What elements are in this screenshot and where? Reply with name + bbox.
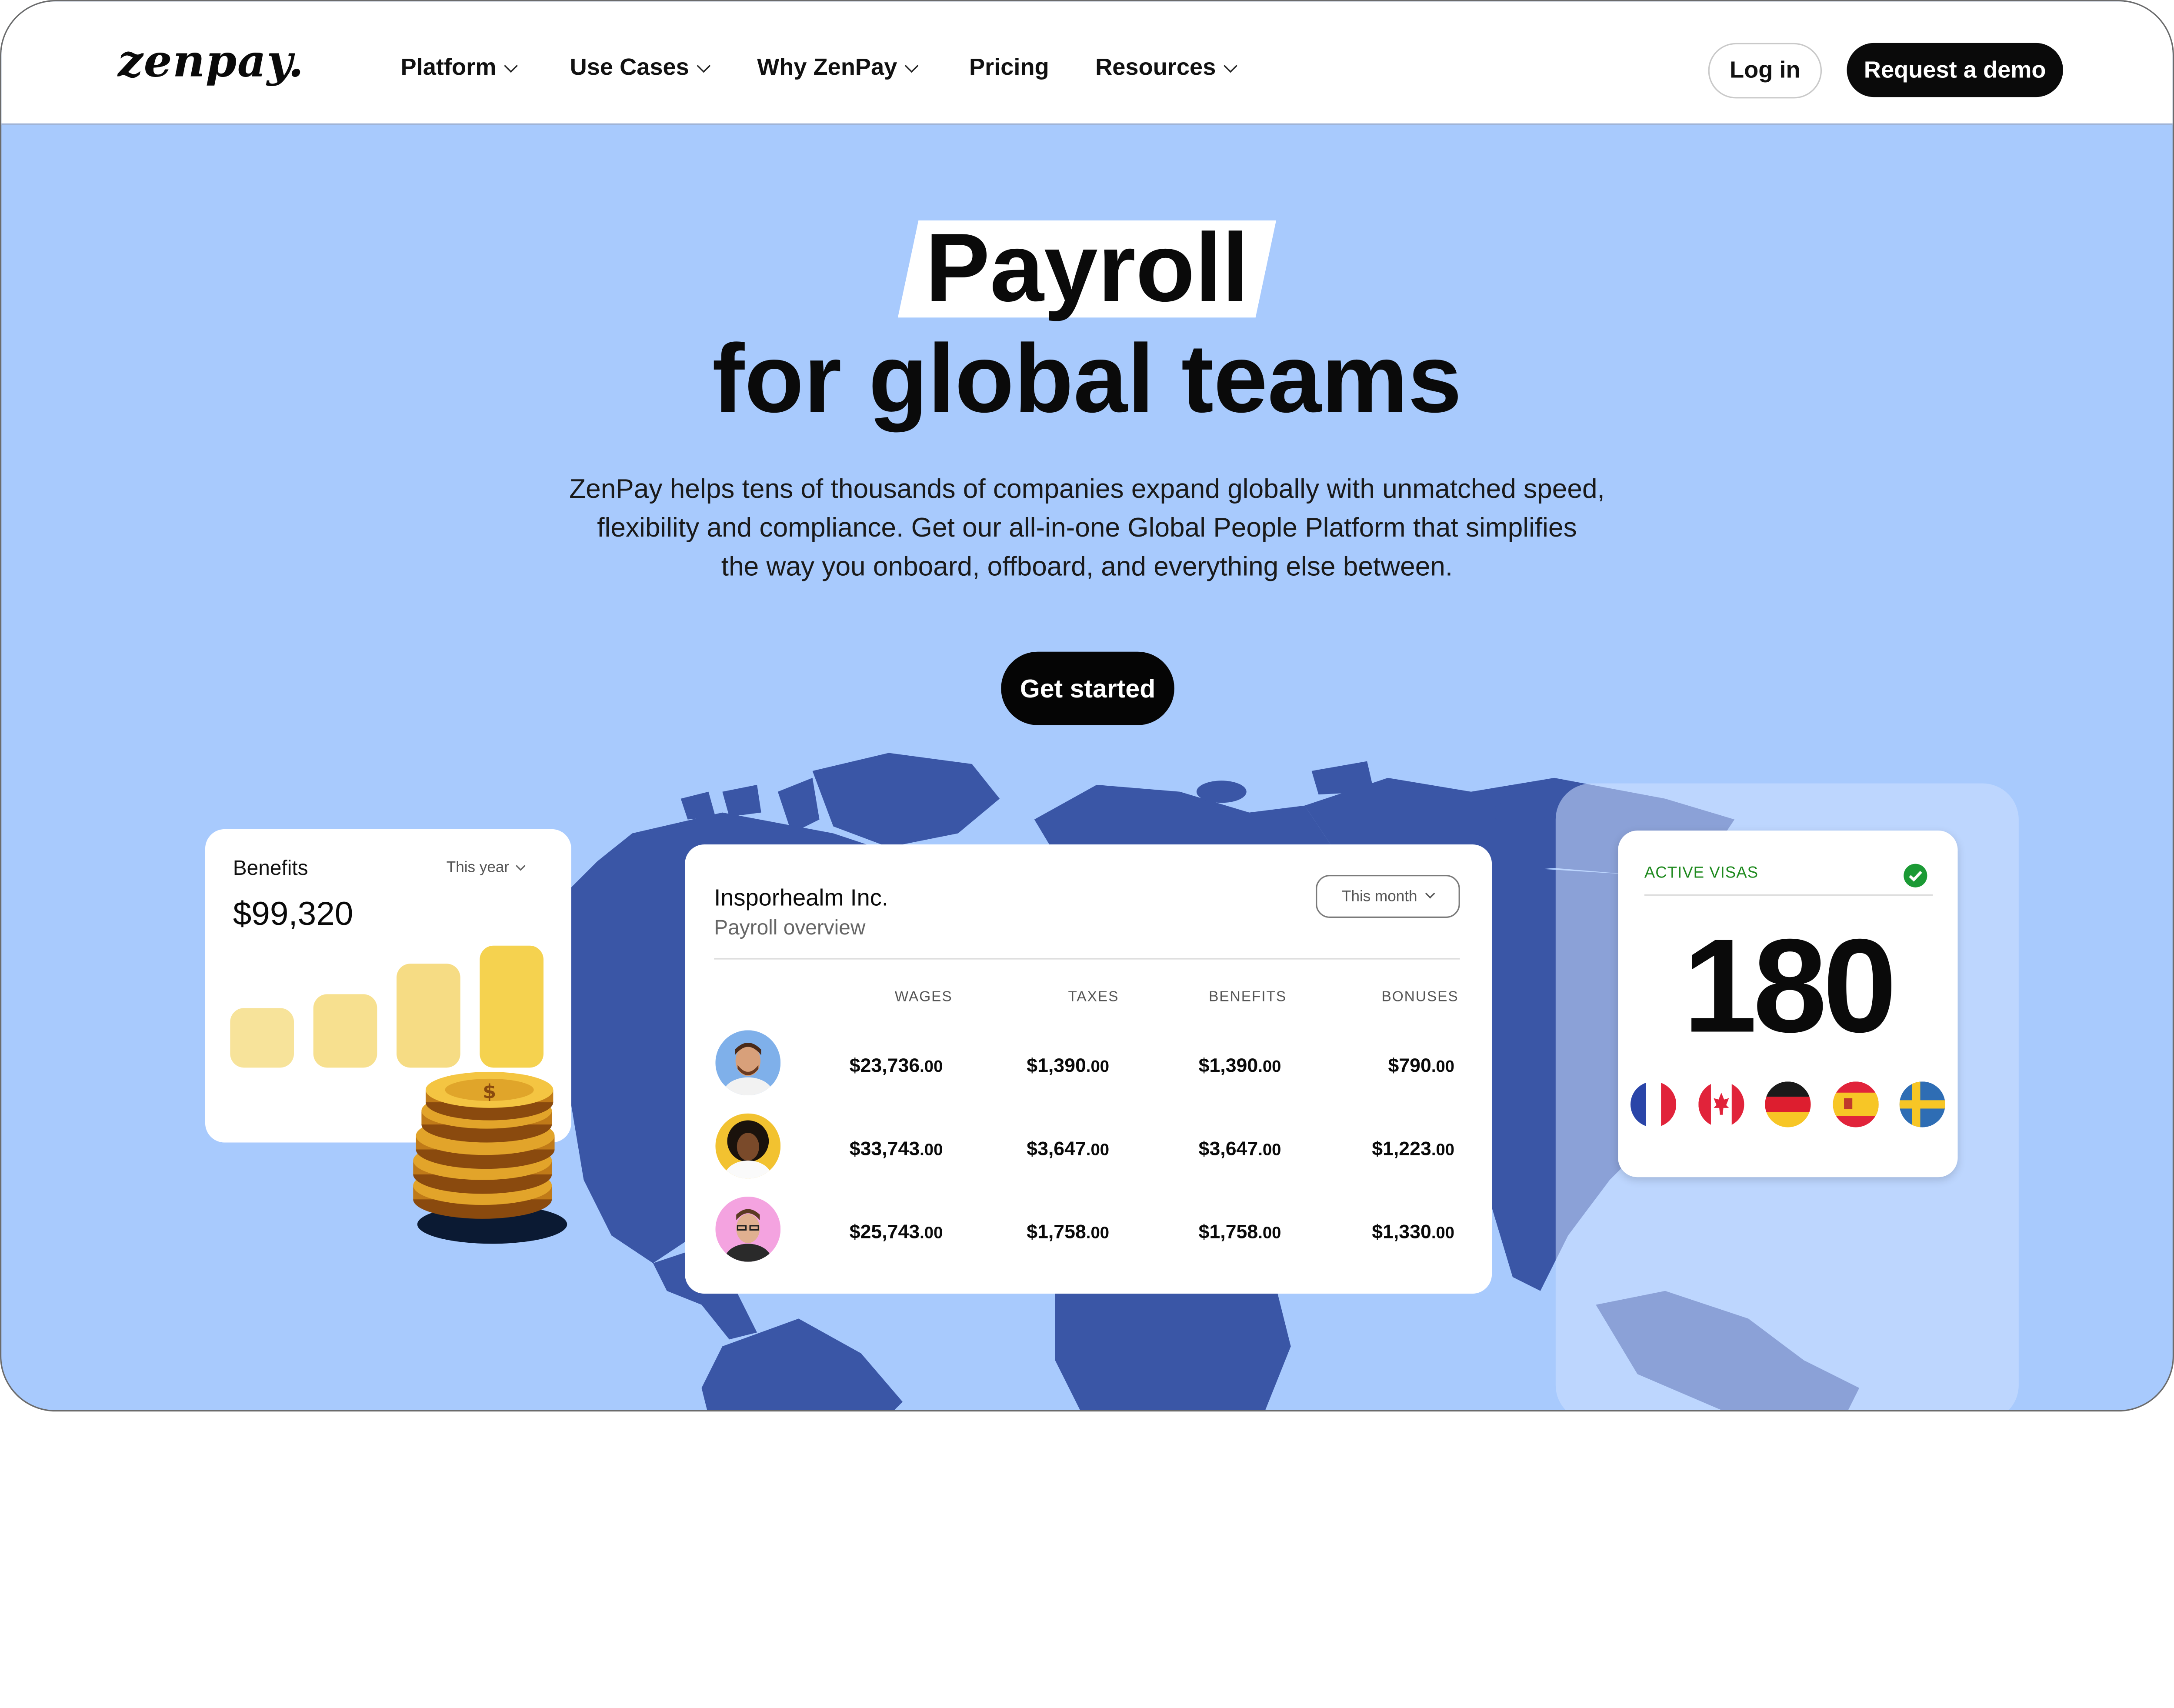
row-1-benefits: $1,390.00 <box>1198 1054 1281 1076</box>
nav-label: Why ZenPay <box>757 54 897 80</box>
row-2-benefits: $3,647.00 <box>1198 1137 1281 1159</box>
chevron-down-icon <box>697 58 711 72</box>
top-nav: zenpay. Platform Use Cases Why ZenPay Pr… <box>1 1 2173 125</box>
row-2-taxes: $3,647.00 <box>1027 1137 1110 1159</box>
svg-text:$: $ <box>483 1081 496 1103</box>
headline: for global teams <box>712 324 1462 433</box>
benefits-range-select[interactable]: This year <box>446 860 526 877</box>
divider <box>714 958 1460 960</box>
visas-title: ACTIVE VISAS <box>1644 865 1759 882</box>
get-started-button[interactable]: Get started <box>1001 651 1174 725</box>
sweden-flag-icon <box>1899 1081 1945 1128</box>
column-header-wages: WAGES <box>894 988 953 1005</box>
range-label: This month <box>1342 888 1417 905</box>
nav-label: Pricing <box>969 54 1049 80</box>
column-header-bonuses: BONUSES <box>1381 988 1459 1005</box>
row-3-bonuses: $1,330.00 <box>1372 1220 1455 1243</box>
benefits-bar <box>313 994 377 1068</box>
range-label: This year <box>446 860 510 877</box>
germany-flag-icon <box>1765 1081 1811 1128</box>
row-2-bonuses: $1,223.00 <box>1372 1137 1455 1159</box>
active-visas-card: ACTIVE VISAS 180 <box>1618 831 1958 1178</box>
chevron-down-icon <box>516 860 526 871</box>
login-button[interactable]: Log in <box>1708 43 1822 99</box>
benefits-bar <box>396 964 460 1068</box>
spain-flag-icon <box>1833 1081 1879 1128</box>
divider <box>1644 894 1933 896</box>
column-header-benefits: BENEFITS <box>1209 988 1287 1005</box>
coin-stack-icon: $ <box>413 1071 567 1244</box>
check-circle-icon <box>1904 864 1927 887</box>
nav-use-cases[interactable]: Use Cases <box>570 54 711 82</box>
chevron-down-icon <box>905 58 919 72</box>
hero-description-line: ZenPay helps tens of thousands of compan… <box>569 474 1605 505</box>
row-3-taxes: $1,758.00 <box>1027 1220 1110 1243</box>
person-avatar-2 <box>715 1113 781 1179</box>
row-1-bonuses: $790.00 <box>1388 1054 1455 1076</box>
benefits-title: Benefits <box>233 857 308 881</box>
request-demo-button[interactable]: Request a demo <box>1847 43 2063 97</box>
chevron-down-icon <box>504 58 518 72</box>
chevron-down-icon <box>1224 58 1237 72</box>
nav-why-zenpay[interactable]: Why ZenPay <box>757 54 919 82</box>
france-flag-icon <box>1630 1081 1677 1128</box>
nav-platform[interactable]: Platform <box>400 54 518 82</box>
row-3-benefits: $1,758.00 <box>1198 1220 1281 1243</box>
row-3-wages: $25,743.00 <box>849 1220 943 1243</box>
page-frame: zenpay. Platform Use Cases Why ZenPay Pr… <box>0 0 2174 1412</box>
row-1-wages: $23,736.00 <box>849 1054 943 1076</box>
payroll-subtitle: Payroll overview <box>714 916 866 940</box>
nav-pricing[interactable]: Pricing <box>969 54 1049 82</box>
benefits-amount: $99,320 <box>233 895 353 934</box>
headline-highlight-word: Payroll <box>925 214 1249 322</box>
hero-description-line: the way you onboard, offboard, and every… <box>721 552 1453 583</box>
nav-label: Platform <box>400 54 497 80</box>
company-name: Insporhealm Inc. <box>714 884 889 911</box>
chevron-down-icon <box>1425 888 1436 899</box>
month-range-select[interactable]: This month <box>1316 875 1460 918</box>
benefits-bar <box>480 945 544 1068</box>
nav-label: Use Cases <box>570 54 689 80</box>
benefits-bar <box>230 1008 294 1068</box>
person-avatar-3 <box>715 1196 781 1262</box>
nav-label: Resources <box>1095 54 1216 80</box>
nav-resources[interactable]: Resources <box>1095 54 1237 82</box>
zenpay-logo[interactable]: zenpay. <box>118 35 304 87</box>
column-header-taxes: TAXES <box>1068 988 1119 1005</box>
person-avatar-1 <box>715 1030 781 1096</box>
visas-count: 180 <box>1683 912 1897 1061</box>
row-1-taxes: $1,390.00 <box>1027 1054 1110 1076</box>
canada-flag-icon <box>1698 1081 1744 1128</box>
row-2-wages: $33,743.00 <box>849 1137 943 1159</box>
hero-description-line: flexibility and compliance. Get our all-… <box>597 513 1577 544</box>
payroll-overview-card: Insporhealm Inc. Payroll overview This m… <box>685 844 1492 1294</box>
